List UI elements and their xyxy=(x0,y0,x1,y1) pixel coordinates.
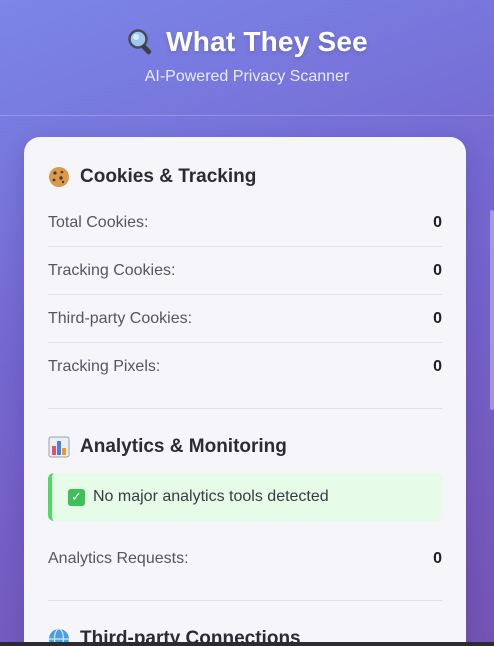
stat-value: 0 xyxy=(433,357,442,375)
section-title-analytics: Analytics & Monitoring xyxy=(48,431,442,463)
app-title-text: What They See xyxy=(166,26,368,57)
section-title-cookies-label: Cookies & Tracking xyxy=(80,166,257,187)
stat-row-third-party-cookies: Third-party Cookies: 0 xyxy=(48,295,442,343)
cookie-icon xyxy=(48,166,70,188)
stat-label: Third-party Cookies: xyxy=(48,309,193,327)
stat-value: 0 xyxy=(433,309,442,327)
stat-row-total-cookies: Total Cookies: 0 xyxy=(48,199,442,247)
section-title-analytics-label: Analytics & Monitoring xyxy=(80,436,287,457)
stat-row-tracking-pixels: Tracking Pixels: 0 xyxy=(48,343,442,390)
section-divider xyxy=(48,408,442,409)
check-icon: ✓ xyxy=(68,488,85,506)
stat-label: Tracking Pixels: xyxy=(48,357,161,375)
stat-label: Total Cookies: xyxy=(48,213,149,231)
scan-results-card: Cookies & Tracking Total Cookies: 0 Trac… xyxy=(24,137,466,646)
stat-value: 0 xyxy=(433,549,442,567)
analytics-notice-text: No major analytics tools detected xyxy=(93,488,329,505)
app-subtitle: AI-Powered Privacy Scanner xyxy=(144,68,350,85)
stat-row-analytics-requests: Analytics Requests: 0 xyxy=(48,535,442,582)
window-bottom-edge xyxy=(0,642,494,646)
stat-row-tracking-cookies: Tracking Cookies: 0 xyxy=(48,247,442,295)
stat-value: 0 xyxy=(433,261,442,279)
magnifier-icon xyxy=(126,27,156,57)
stat-label: Analytics Requests: xyxy=(48,549,189,567)
app-title: What They See xyxy=(0,26,494,58)
scrollbar[interactable] xyxy=(490,210,494,410)
analytics-notice: ✓ No major analytics tools detected xyxy=(48,473,442,521)
section-divider xyxy=(48,600,442,601)
app-header: What They See AI-Powered Privacy Scanner xyxy=(0,0,494,116)
stat-value: 0 xyxy=(433,213,442,231)
bar-chart-icon xyxy=(48,436,70,458)
stat-label: Tracking Cookies: xyxy=(48,261,176,279)
section-title-cookies: Cookies & Tracking xyxy=(48,161,442,193)
